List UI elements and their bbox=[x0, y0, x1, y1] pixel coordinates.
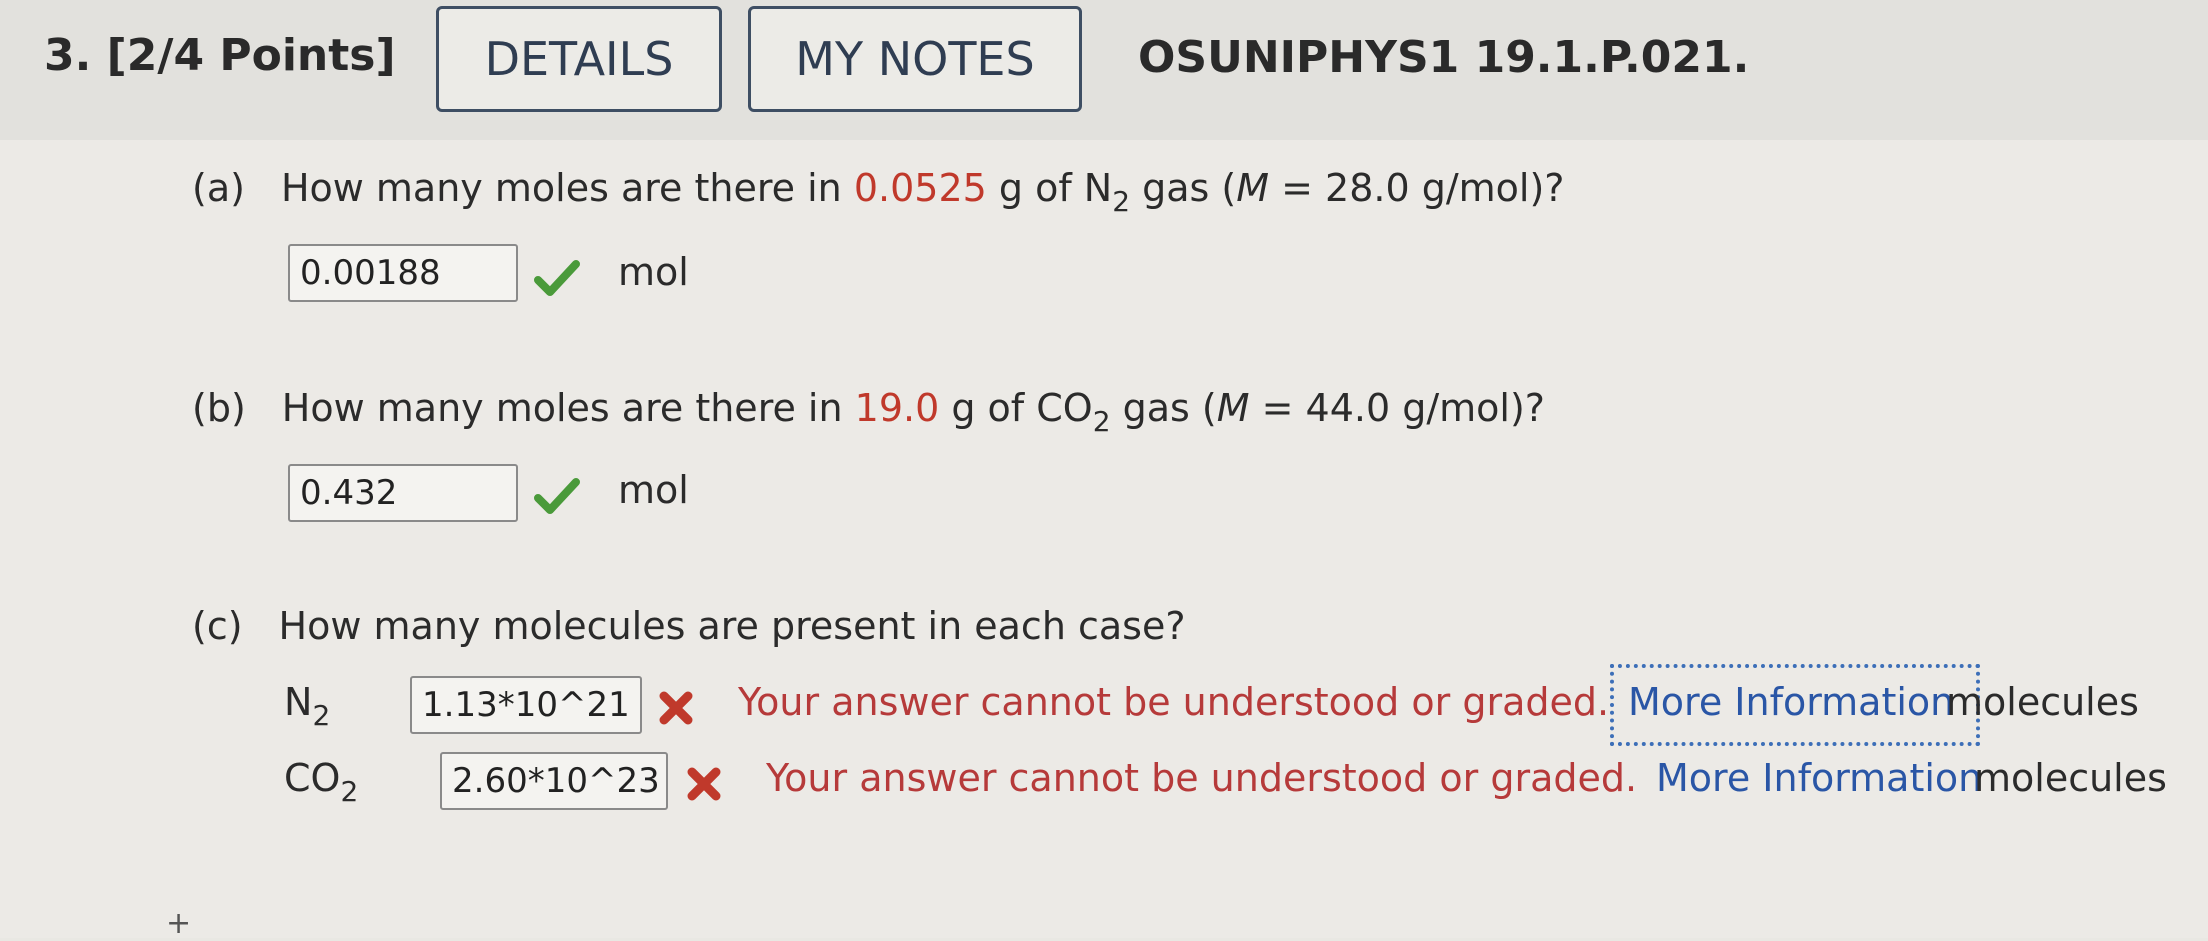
part-a-letter: (a) bbox=[192, 166, 245, 210]
n2-unit: molecules bbox=[1946, 680, 2139, 724]
part-b-question: (b) How many moles are there in 19.0 g of… bbox=[192, 386, 1545, 438]
part-a-answer-input[interactable]: 0.00188 bbox=[288, 244, 518, 302]
species-n2-label: N2 bbox=[284, 680, 331, 732]
n2-more-information-link[interactable]: More Information bbox=[1628, 680, 1954, 724]
part-b-mass: 19.0 bbox=[854, 386, 940, 430]
plus-icon: + bbox=[166, 906, 192, 941]
n2-answer-input[interactable]: 1.13*10^21 bbox=[410, 676, 642, 734]
co2-answer-input[interactable]: 2.60*10^23 bbox=[440, 752, 668, 810]
part-a-unit: mol bbox=[618, 250, 689, 294]
cross-icon bbox=[659, 691, 693, 725]
part-c-letter: (c) bbox=[192, 604, 243, 648]
co2-more-information-link[interactable]: More Information bbox=[1656, 756, 1982, 800]
part-b-letter: (b) bbox=[192, 386, 246, 430]
part-c-question: (c) How many molecules are present in eac… bbox=[192, 604, 1186, 648]
species-co2-label: CO2 bbox=[284, 756, 359, 808]
check-icon bbox=[534, 478, 580, 514]
cross-icon bbox=[687, 767, 721, 801]
part-a-question: (a) How many moles are there in 0.0525 g … bbox=[192, 166, 1565, 218]
question-header: 3. [2/4 Points] DETAILS MY NOTES OSUNIPH… bbox=[0, 0, 2208, 142]
check-icon bbox=[534, 260, 580, 296]
details-button[interactable]: DETAILS bbox=[436, 6, 722, 112]
part-a-mass: 0.0525 bbox=[853, 166, 987, 210]
problem-id: OSUNIPHYS1 19.1.P.021. bbox=[1138, 32, 1750, 83]
co2-error-message: Your answer cannot be understood or grad… bbox=[766, 756, 1638, 800]
co2-unit: molecules bbox=[1974, 756, 2167, 800]
part-b-answer-input[interactable]: 0.432 bbox=[288, 464, 518, 522]
n2-error-message: Your answer cannot be understood or grad… bbox=[738, 680, 1610, 724]
question-points: 3. [2/4 Points] bbox=[44, 30, 396, 81]
my-notes-button[interactable]: MY NOTES bbox=[748, 6, 1082, 112]
part-b-unit: mol bbox=[618, 468, 689, 512]
